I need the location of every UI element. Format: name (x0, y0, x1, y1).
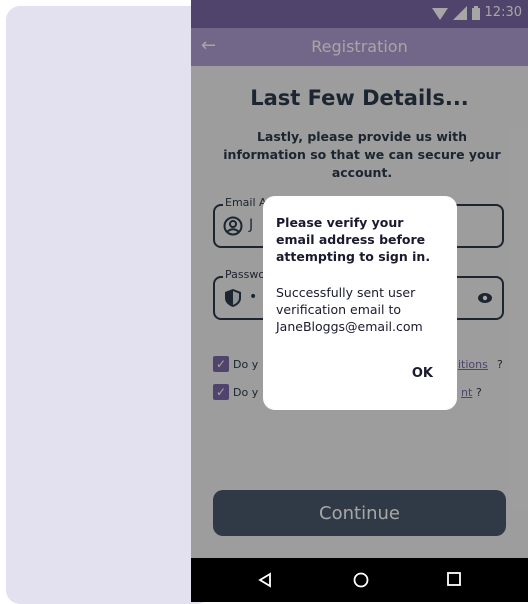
left-panel (6, 6, 211, 604)
nav-back-icon[interactable] (258, 572, 272, 588)
verify-email-dialog: Please verify your email address before … (263, 196, 457, 410)
phone-screen: 12:30 ← Registration Last Few Details...… (191, 0, 528, 602)
system-nav-bar (191, 558, 528, 602)
dialog-ok-button[interactable]: OK (412, 366, 433, 381)
nav-recents-icon[interactable] (447, 572, 461, 586)
nav-home-icon[interactable] (353, 572, 369, 588)
dialog-title: Please verify your email address before … (276, 215, 431, 264)
dialog-message: Successfully sent user verification emai… (276, 285, 423, 334)
